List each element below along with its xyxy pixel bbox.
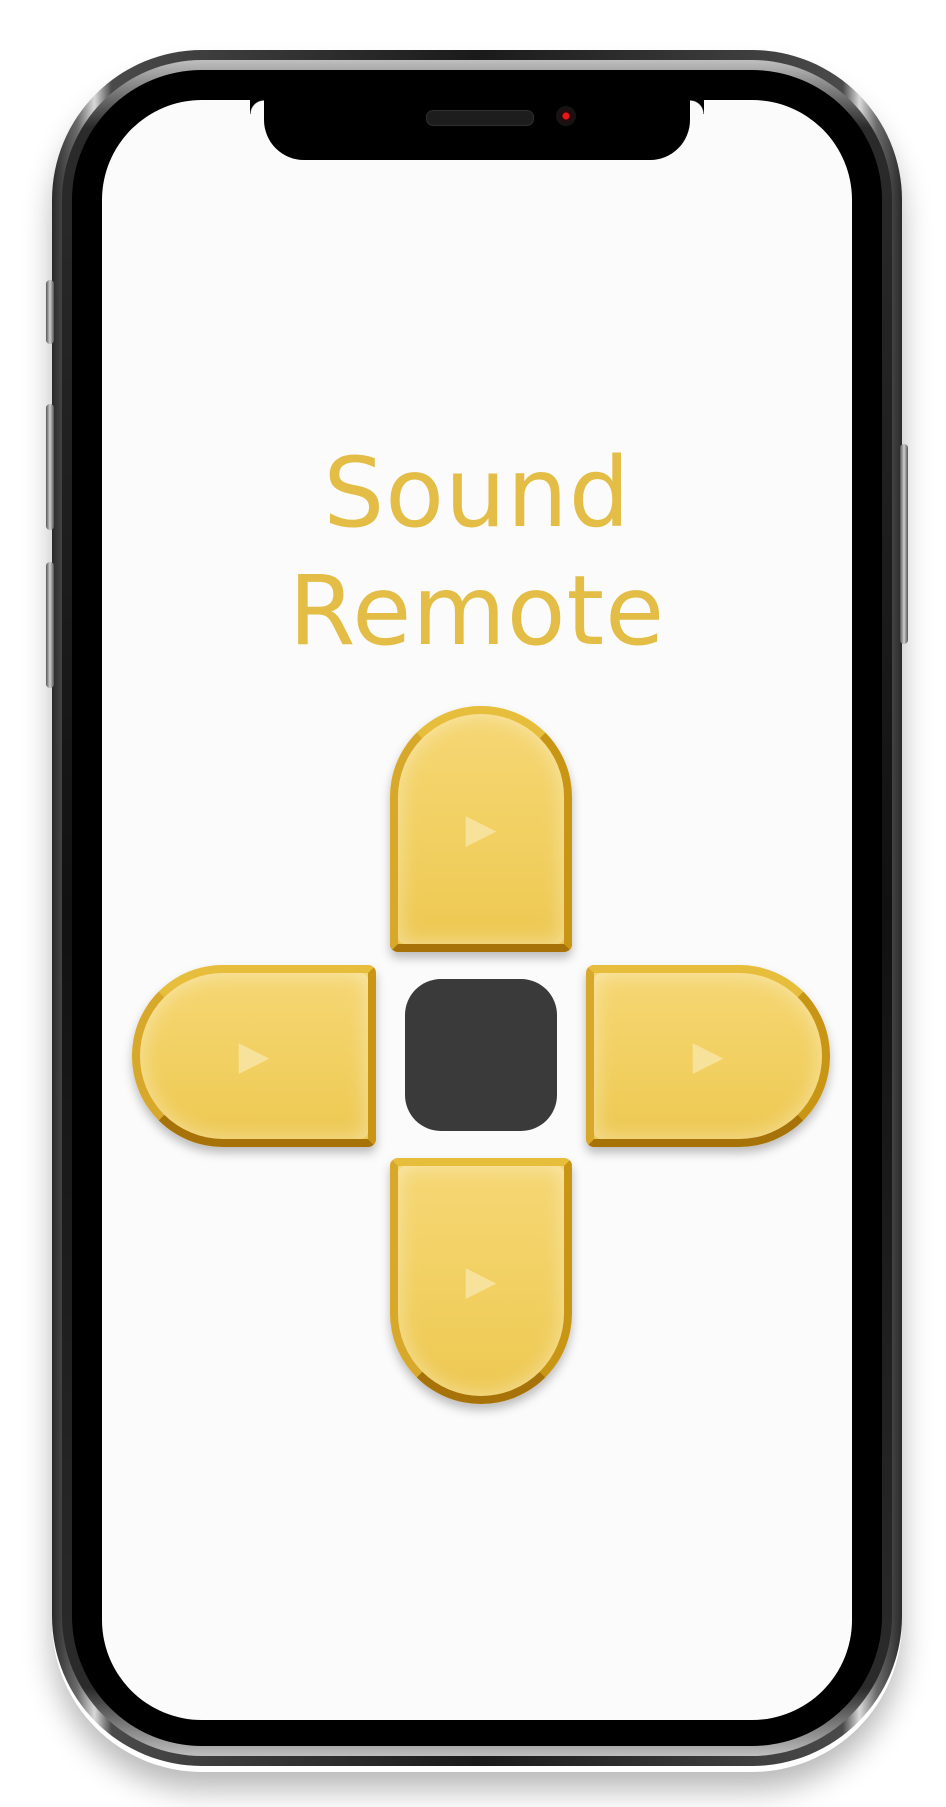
center-stop-button[interactable] [405, 979, 557, 1131]
power-button [900, 444, 908, 644]
front-camera [556, 106, 576, 126]
dpad-left-button[interactable]: ▶ [132, 965, 376, 1147]
earpiece-speaker [426, 110, 534, 126]
app-title-line-2: Remote [288, 555, 666, 667]
app-screen: Sound Remote ▶ ▶ ▶ ▶ [102, 100, 852, 1720]
device-mockup: Sound Remote ▶ ▶ ▶ ▶ [0, 0, 946, 1807]
play-triangle-icon: ▶ [465, 1258, 497, 1304]
mute-switch [46, 280, 54, 344]
play-triangle-icon: ▶ [465, 806, 497, 852]
notch [264, 100, 704, 160]
play-triangle-icon: ▶ [238, 1033, 270, 1079]
volume-up-button [46, 404, 54, 530]
dpad-up-button[interactable]: ▶ [390, 706, 572, 952]
volume-down-button [46, 562, 54, 688]
play-triangle-icon: ▶ [692, 1033, 724, 1079]
dpad-down-button[interactable]: ▶ [390, 1158, 572, 1404]
app-title: Sound Remote [102, 434, 852, 670]
dpad-right-button[interactable]: ▶ [586, 965, 830, 1147]
app-title-line-1: Sound [323, 437, 631, 549]
